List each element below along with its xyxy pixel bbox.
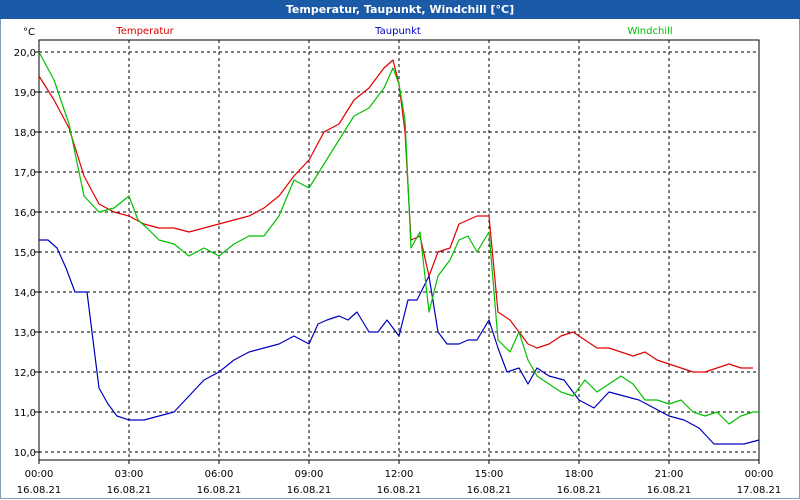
x-tick-date: 16.08.21 [467, 485, 512, 496]
x-tick-date: 16.08.21 [287, 485, 332, 496]
y-tick-label: 17,0 [14, 168, 36, 179]
x-tick-time: 00:00 [745, 469, 774, 480]
x-tick-date: 16.08.21 [647, 485, 692, 496]
x-tick-time: 09:00 [295, 469, 324, 480]
x-tick-time: 03:00 [115, 469, 144, 480]
y-tick-label: 19,0 [14, 88, 36, 99]
y-tick-label: 18,0 [14, 128, 36, 139]
x-tick-time: 06:00 [205, 469, 234, 480]
y-tick-label: 16,0 [14, 208, 36, 219]
y-axis-label: °C [23, 27, 35, 38]
x-tick-date: 16.08.21 [557, 485, 602, 496]
legend-windchill: Windchill [627, 26, 672, 37]
y-tick-label: 15,0 [14, 248, 36, 259]
y-tick-label: 10,0 [14, 448, 36, 459]
x-tick-time: 18:00 [565, 469, 594, 480]
y-tick-label: 14,0 [14, 288, 36, 299]
x-tick-time: 00:00 [25, 469, 54, 480]
x-tick-date: 16.08.21 [197, 485, 242, 496]
legend-taupunkt: Taupunkt [374, 26, 421, 37]
y-tick-label: 12,0 [14, 368, 36, 379]
y-tick-label: 11,0 [14, 408, 36, 419]
y-tick-label: 13,0 [14, 328, 36, 339]
y-tick-label: 20,0 [14, 48, 36, 59]
chart-canvas: 10,0 11,0 12,0 13,0 14,0 15,0 16,0 17,0 18,0 19,0… [14, 26, 782, 496]
x-tick-time: 15:00 [475, 469, 504, 480]
x-tick-date: 17.08.21 [737, 485, 782, 496]
x-tick-date: 16.08.21 [107, 485, 152, 496]
x-tick-date: 16.08.21 [17, 485, 62, 496]
x-tick-time: 21:00 [655, 469, 684, 480]
x-tick-date: 16.08.21 [377, 485, 422, 496]
x-tick-time: 12:00 [385, 469, 414, 480]
legend-temperatur: Temperatur [115, 26, 174, 37]
